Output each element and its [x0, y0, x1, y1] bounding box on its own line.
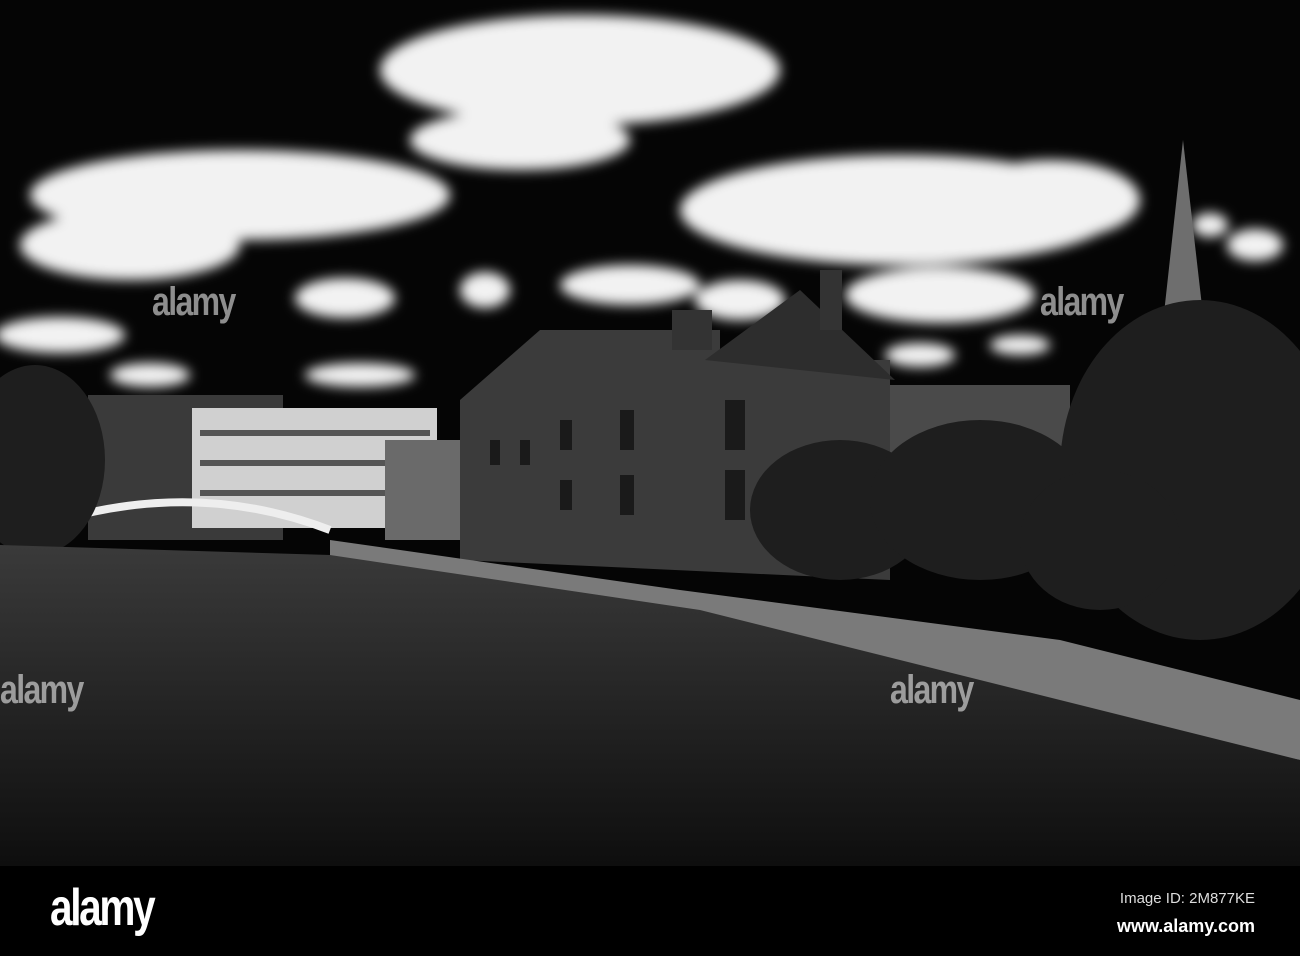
stock-photo: alamy alamy alamy alamy alamy Image ID: … — [0, 0, 1300, 956]
watermark: alamy — [0, 668, 84, 712]
watermark: alamy — [890, 668, 974, 712]
site-url: www.alamy.com — [1116, 916, 1255, 936]
image-id: Image ID: 2M877KE — [1119, 890, 1255, 907]
river-townscape-photo — [0, 0, 1300, 866]
alamy-logo: alamy — [50, 879, 156, 937]
watermark: alamy — [1040, 280, 1124, 324]
watermark: alamy — [152, 280, 236, 324]
footer-bar: alamy Image ID: 2M877KE www.alamy.com — [0, 866, 1300, 956]
